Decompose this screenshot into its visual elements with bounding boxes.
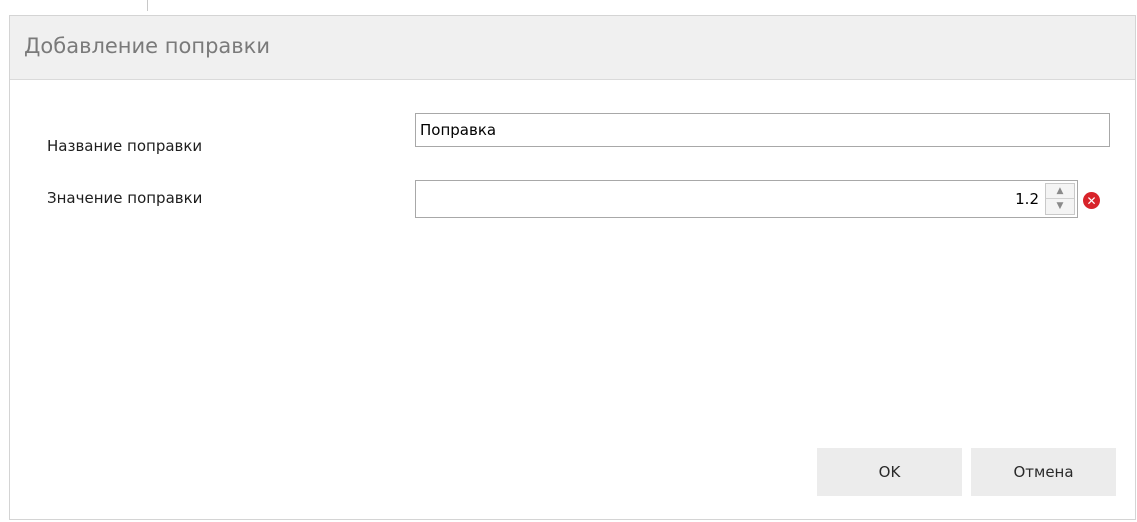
- add-correction-dialog: Добавление поправки Название поправки Зн…: [9, 15, 1136, 520]
- correction-value-label: Значение поправки: [47, 189, 203, 207]
- correction-name-input[interactable]: [415, 113, 1110, 147]
- chevron-down-icon[interactable]: ▼: [1046, 199, 1074, 214]
- correction-name-label: Название поправки: [47, 137, 203, 155]
- dialog-title: Добавление поправки: [24, 34, 270, 58]
- spinner-buttons: ▲ ▼: [1045, 183, 1075, 215]
- background-divider: [147, 0, 148, 11]
- error-icon: ✕: [1083, 192, 1100, 209]
- ok-button[interactable]: OK: [817, 448, 962, 496]
- correction-value-spinner: ▲ ▼: [415, 180, 1078, 218]
- dialog-titlebar: Добавление поправки: [10, 16, 1135, 80]
- correction-value-input[interactable]: [418, 181, 1041, 217]
- chevron-up-icon[interactable]: ▲: [1046, 184, 1074, 199]
- cancel-button[interactable]: Отмена: [971, 448, 1116, 496]
